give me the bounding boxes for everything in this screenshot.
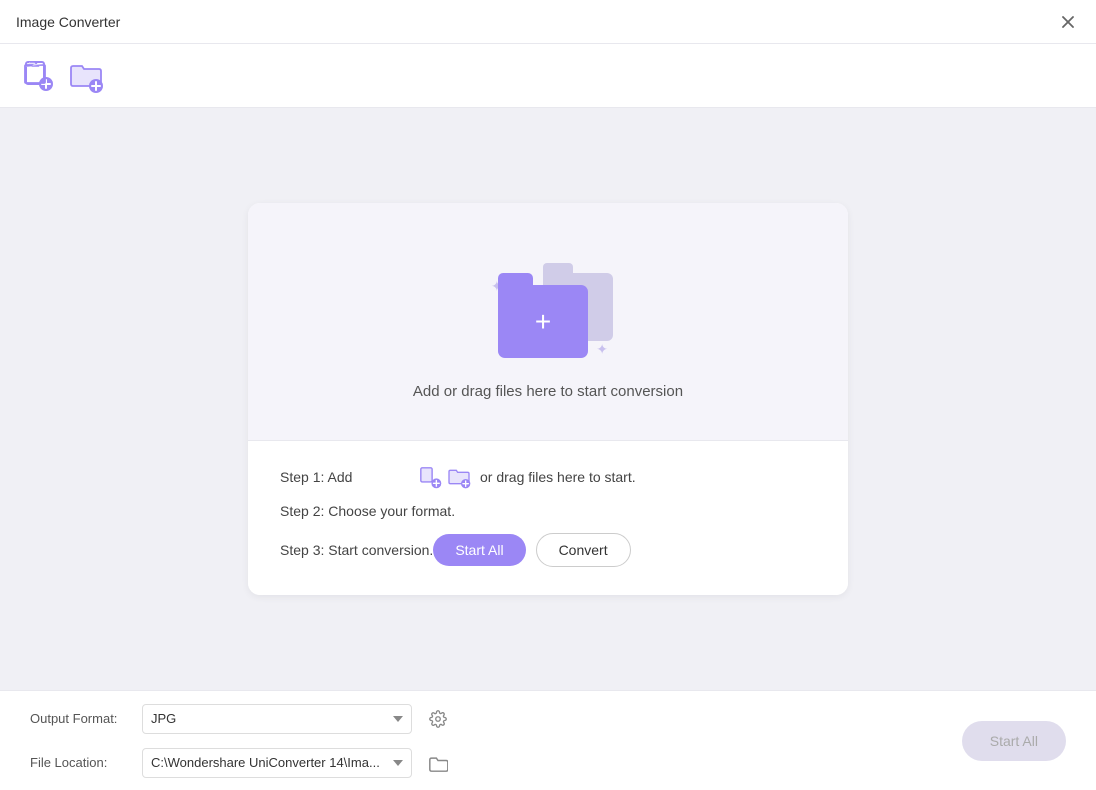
file-location-label: File Location: — [30, 755, 130, 770]
format-settings-button[interactable] — [424, 705, 452, 733]
step-1-row: Step 1: Add — [280, 465, 816, 489]
settings-icon — [429, 710, 447, 728]
add-folder-icon — [68, 58, 104, 94]
steps-section: Step 1: Add — [248, 441, 848, 595]
browse-folder-icon — [428, 754, 448, 772]
folder-main-body: + — [498, 285, 588, 358]
step-2-label: Step 2: Choose your format. — [280, 503, 455, 519]
step-1-icons — [418, 465, 472, 489]
bottom-fields: Output Format: JPG PNG BMP TIFF GIF WEBP… — [30, 704, 962, 778]
step-1-suffix: or drag files here to start. — [480, 469, 636, 485]
output-format-select[interactable]: JPG PNG BMP TIFF GIF WEBP — [142, 704, 412, 734]
drop-zone-upper[interactable]: ✦ + ✦ Add or drag files here to start co… — [248, 203, 848, 441]
start-all-bottom-button[interactable]: Start All — [962, 721, 1066, 761]
drop-zone-card[interactable]: ✦ + ✦ Add or drag files here to start co… — [248, 203, 848, 595]
drop-zone-instruction: Add or drag files here to start conversi… — [413, 383, 683, 400]
step-1-label: Step 1: Add — [280, 469, 410, 485]
convert-button[interactable]: Convert — [536, 533, 631, 567]
start-all-button[interactable]: Start All — [433, 534, 525, 566]
window-title: Image Converter — [16, 14, 120, 30]
add-file-icon — [21, 59, 55, 93]
file-location-row: File Location: C:\Wondershare UniConvert… — [30, 748, 962, 778]
title-bar-left: Image Converter — [16, 14, 120, 30]
add-folder-button[interactable] — [68, 58, 104, 94]
close-icon — [1062, 16, 1074, 28]
bottom-bar: Output Format: JPG PNG BMP TIFF GIF WEBP… — [0, 690, 1096, 790]
folder-plus-icon: + — [535, 308, 551, 336]
output-format-label: Output Format: — [30, 711, 130, 726]
main-content: ✦ + ✦ Add or drag files here to start co… — [0, 108, 1096, 690]
add-file-button[interactable] — [20, 58, 56, 94]
close-button[interactable] — [1056, 10, 1080, 34]
title-bar: Image Converter — [0, 0, 1096, 44]
folder-illustration: ✦ + ✦ — [483, 253, 613, 363]
step-add-folder-icon — [446, 465, 472, 489]
folder-main: + — [498, 273, 588, 358]
sparkle-icon-right: ✦ — [596, 341, 608, 358]
file-location-select[interactable]: C:\Wondershare UniConverter 14\Ima... — [142, 748, 412, 778]
step-add-file-icon — [418, 465, 442, 489]
file-location-browse-button[interactable] — [424, 749, 452, 777]
output-format-row: Output Format: JPG PNG BMP TIFF GIF WEBP — [30, 704, 962, 734]
toolbar — [0, 44, 1096, 108]
step-3-row: Step 3: Start conversion. Start All Conv… — [280, 533, 816, 567]
step-3-label: Step 3: Start conversion. — [280, 542, 433, 558]
step-2-row: Step 2: Choose your format. — [280, 503, 816, 519]
